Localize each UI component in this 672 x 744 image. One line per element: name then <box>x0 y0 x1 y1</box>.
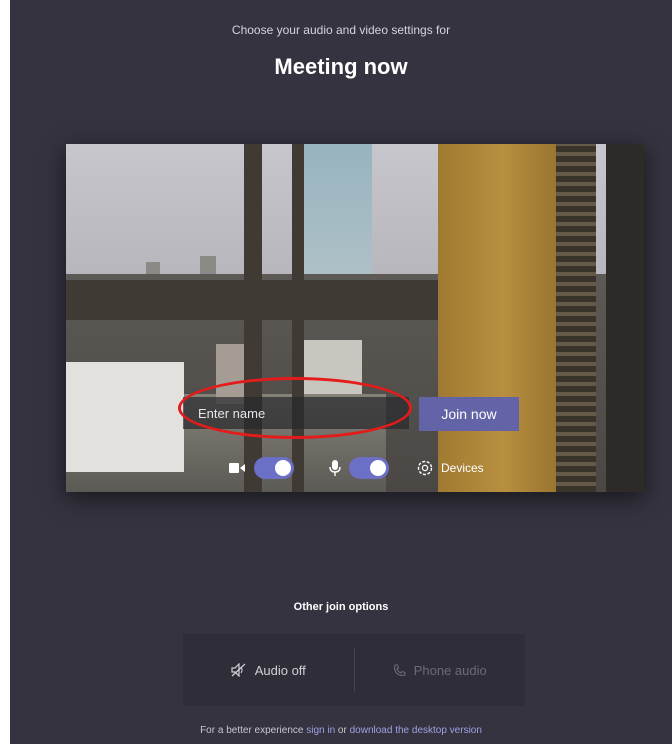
sign-in-link[interactable]: sign in <box>306 725 335 736</box>
microphone-icon <box>329 460 341 476</box>
devices-button[interactable]: Devices <box>416 457 484 479</box>
phone-audio-label: Phone audio <box>413 662 487 678</box>
preview-frame <box>244 144 262 492</box>
join-now-button[interactable]: Join now <box>419 397 519 431</box>
footer-prefix: For a better experience <box>200 725 307 736</box>
gear-icon <box>417 460 433 476</box>
preview-blind <box>556 144 596 492</box>
preview-controls: Devices <box>66 454 644 482</box>
video-preview: Join now Devices <box>66 144 644 492</box>
phone-audio-button[interactable]: Phone audio <box>355 634 526 706</box>
subtitle: Choose your audio and video settings for <box>231 23 451 37</box>
footer-text: For a better experience sign in or downl… <box>10 725 672 736</box>
other-join-options-title: Other join options <box>293 601 389 613</box>
speaker-muted-icon <box>231 663 246 677</box>
preview-curtain <box>438 144 568 492</box>
preview-frame <box>292 144 304 492</box>
toggle-knob <box>370 460 386 476</box>
join-screen: Choose your audio and video settings for… <box>10 0 672 744</box>
highlight-ring <box>178 377 412 439</box>
meeting-title: Meeting now <box>274 54 408 79</box>
toggle-knob <box>275 460 291 476</box>
preview-frame <box>606 144 644 492</box>
devices-label: Devices <box>441 461 484 475</box>
footer-middle: or <box>335 725 350 736</box>
phone-icon <box>393 663 406 676</box>
audio-off-label: Audio off <box>254 662 306 678</box>
download-desktop-link[interactable]: download the desktop version <box>350 725 482 736</box>
camera-toggle[interactable] <box>254 457 294 479</box>
camera-icon <box>229 463 245 473</box>
other-join-options: Audio off Phone audio <box>183 634 525 706</box>
audio-off-button[interactable]: Audio off <box>183 634 354 706</box>
microphone-toggle[interactable] <box>349 457 389 479</box>
